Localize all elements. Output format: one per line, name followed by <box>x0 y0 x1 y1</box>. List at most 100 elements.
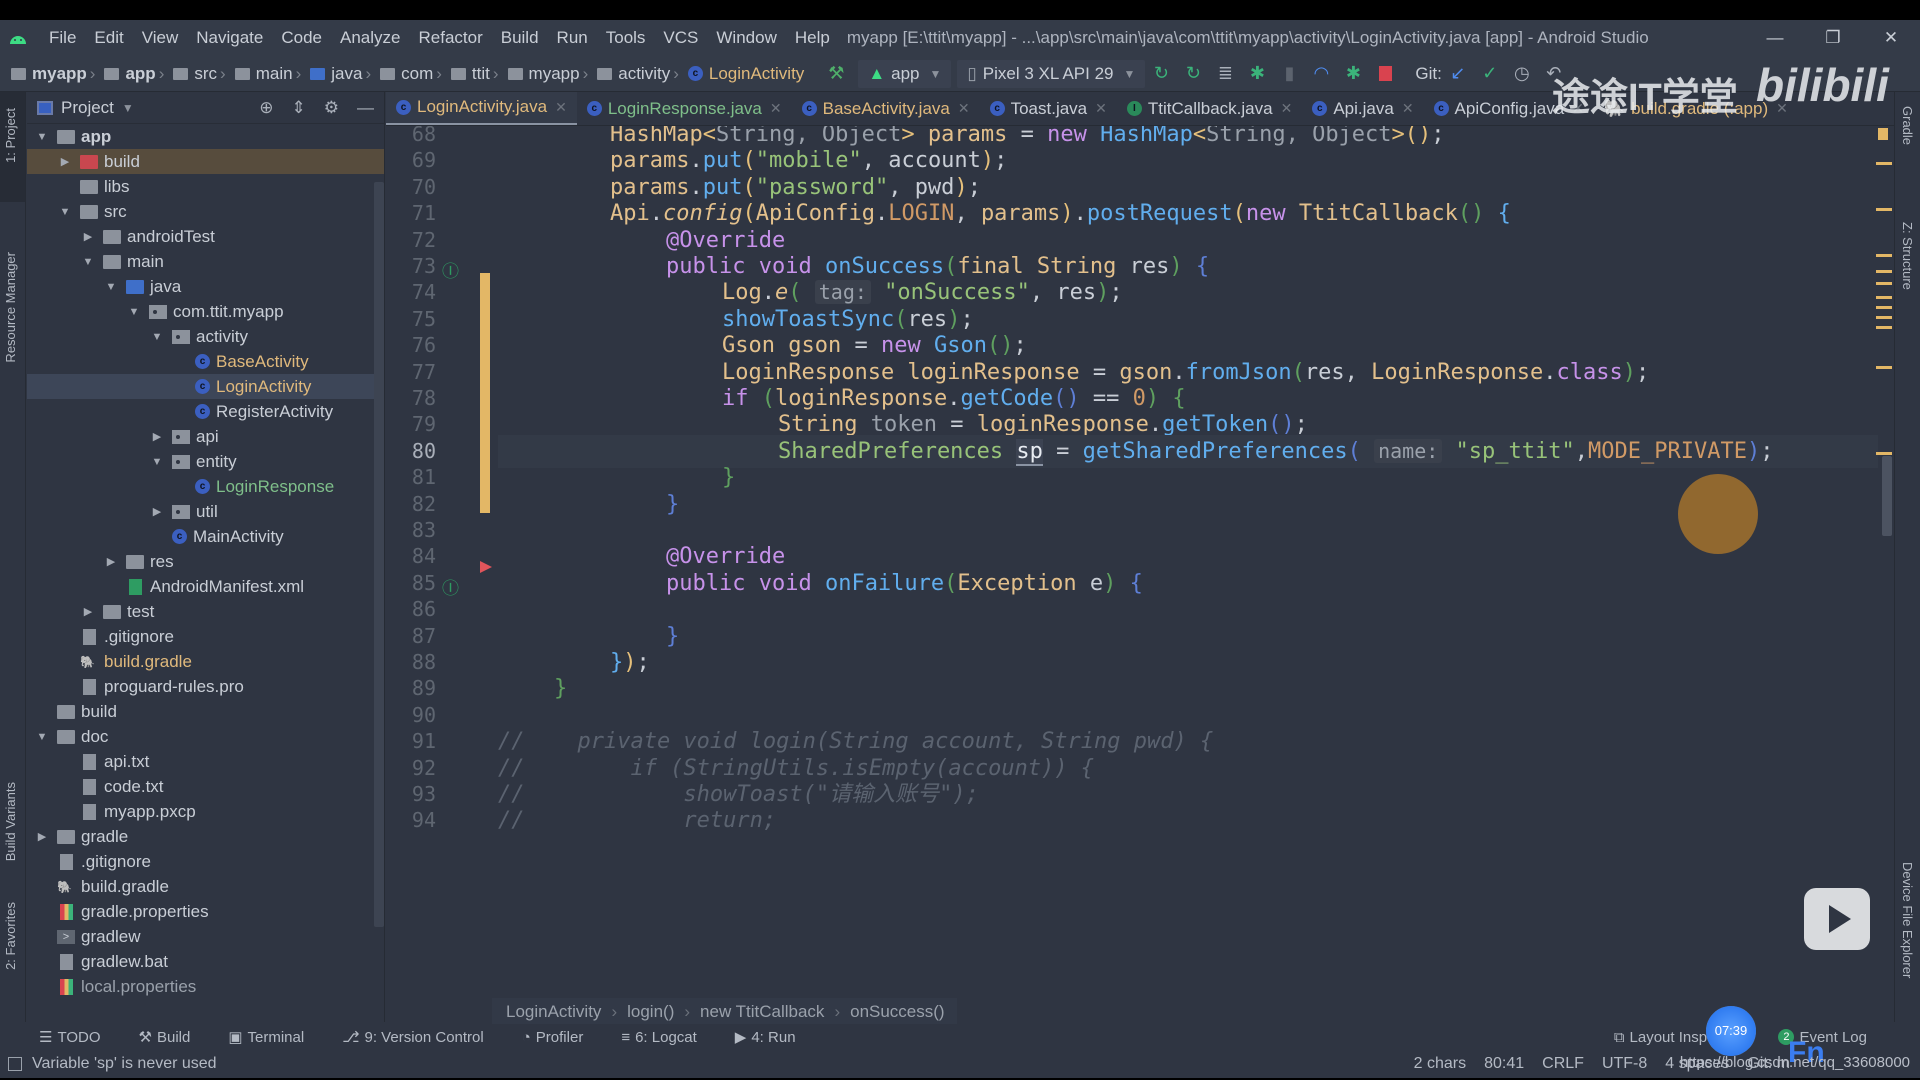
stripe-mark[interactable] <box>1876 452 1892 455</box>
expanded-arrow-icon[interactable]: ▼ <box>150 331 164 343</box>
close-tab-icon[interactable]: ✕ <box>1281 100 1293 117</box>
tree-item[interactable]: c MainActivity <box>27 524 384 549</box>
tree-item[interactable]: ▼ app <box>27 124 384 149</box>
tool-window-build-variants[interactable]: Build Variants <box>3 782 18 861</box>
run-config-select[interactable]: ▲ app ▼ <box>858 59 952 88</box>
tree-item[interactable]: ▼ java <box>27 274 384 299</box>
tree-item[interactable]: code.txt <box>27 774 384 799</box>
editor-crumb[interactable]: LoginActivity <box>506 1002 601 1022</box>
tree-item[interactable]: ▼ entity <box>27 449 384 474</box>
tree-item[interactable]: ▶ util <box>27 499 384 524</box>
menu-edit[interactable]: Edit <box>85 28 132 48</box>
expanded-arrow-icon[interactable]: ▼ <box>35 131 49 143</box>
apply-changes-icon[interactable]: ↻ <box>1150 63 1172 85</box>
tree-item[interactable]: AndroidManifest.xml <box>27 574 384 599</box>
caret-position[interactable]: 80:41 <box>1484 1055 1524 1073</box>
nav-crumb-app[interactable]: app › <box>101 64 170 84</box>
close-tab-icon[interactable]: ✕ <box>958 100 970 117</box>
tree-item[interactable]: ▶ gradle <box>27 824 384 849</box>
nav-crumb-myapp[interactable]: myapp › <box>505 64 595 84</box>
stripe-mark[interactable] <box>1876 296 1892 299</box>
tool-window-todo[interactable]: ☰ TODO <box>39 1028 101 1047</box>
tree-item[interactable]: ▶ api <box>27 424 384 449</box>
tool-window-structure[interactable]: Z: Structure <box>1900 222 1915 290</box>
menu-vcs[interactable]: VCS <box>654 28 707 48</box>
tree-item[interactable]: ▶ test <box>27 599 384 624</box>
tree-item[interactable]: ▶ build <box>27 149 384 174</box>
expanded-arrow-icon[interactable]: ▼ <box>127 306 141 318</box>
expanded-arrow-icon[interactable]: ▼ <box>150 456 164 468</box>
tree-item[interactable]: c LoginResponse <box>27 474 384 499</box>
editor-scrollbar[interactable] <box>1882 456 1892 536</box>
stripe-mark[interactable] <box>1876 254 1892 257</box>
stripe-mark[interactable] <box>1876 270 1892 273</box>
tree-item[interactable]: ▼ com.ttit.myapp <box>27 299 384 324</box>
gear-icon[interactable]: ⚙ <box>324 98 339 118</box>
implements-marker-icon[interactable]: Ⓘ <box>442 574 459 599</box>
close-tab-icon[interactable]: ✕ <box>1095 100 1107 117</box>
nav-crumb-myapp[interactable]: myapp › <box>8 64 101 84</box>
nav-crumb-activity[interactable]: activity › <box>594 64 685 84</box>
expanded-arrow-icon[interactable]: ▼ <box>35 731 49 743</box>
menu-build[interactable]: Build <box>492 28 548 48</box>
stripe-mark[interactable] <box>1876 366 1892 369</box>
editor-crumb[interactable]: login() <box>627 1002 674 1022</box>
debug-icon[interactable]: ✱ <box>1246 63 1268 85</box>
tree-item[interactable]: libs <box>27 174 384 199</box>
expanded-arrow-icon[interactable]: ▼ <box>104 281 118 293</box>
inspection-status-icon[interactable] <box>1878 128 1888 140</box>
tool-window-logcat[interactable]: ≡ 6: Logcat <box>621 1029 696 1046</box>
tree-item[interactable]: .gitignore <box>27 849 384 874</box>
nav-crumb-ttit[interactable]: ttit › <box>448 64 505 84</box>
error-stripe[interactable] <box>1876 126 1892 992</box>
stripe-mark[interactable] <box>1876 326 1892 329</box>
nav-crumb-src[interactable]: src › <box>170 64 231 84</box>
project-scrollbar[interactable] <box>374 182 384 927</box>
locate-icon[interactable]: ⊕ <box>259 98 273 118</box>
tool-window-project[interactable]: 1: Project <box>3 108 18 163</box>
tool-window-build[interactable]: ⚒ Build <box>139 1028 191 1047</box>
minimize-button[interactable]: — <box>1746 20 1804 56</box>
editor-tab[interactable]: I TtitCallback.java ✕ <box>1117 92 1302 125</box>
tree-item[interactable]: ▼ main <box>27 249 384 274</box>
editor-tab[interactable]: c Api.java ✕ <box>1302 92 1423 125</box>
collapsed-arrow-icon[interactable]: ▶ <box>35 830 49 843</box>
tree-item[interactable]: ▼ activity <box>27 324 384 349</box>
tree-item[interactable]: c LoginActivity <box>27 374 384 399</box>
stripe-mark[interactable] <box>1876 162 1892 165</box>
menu-refactor[interactable]: Refactor <box>409 28 491 48</box>
stripe-mark[interactable] <box>1876 306 1892 309</box>
file-encoding[interactable]: UTF-8 <box>1602 1055 1647 1073</box>
git-commit-icon[interactable]: ✓ <box>1479 63 1501 85</box>
menu-view[interactable]: View <box>133 28 188 48</box>
editor-crumb[interactable]: new TtitCallback <box>700 1002 824 1022</box>
tool-window-terminal[interactable]: ▣ Terminal <box>228 1028 304 1047</box>
tool-window-resource-manager[interactable]: Resource Manager <box>3 252 18 363</box>
close-button[interactable]: ✕ <box>1862 20 1920 56</box>
tool-window-favorites[interactable]: 2: Favorites <box>3 902 18 970</box>
collapsed-arrow-icon[interactable]: ▶ <box>104 555 118 568</box>
nav-crumb-java[interactable]: java › <box>307 64 377 84</box>
restore-button[interactable]: ❐ <box>1804 20 1862 56</box>
hide-icon[interactable]: — <box>357 98 374 118</box>
menu-help[interactable]: Help <box>786 28 839 48</box>
collapsed-arrow-icon[interactable]: ▶ <box>150 430 164 443</box>
tool-window-profiler[interactable]: ◔ Profiler <box>522 1029 584 1046</box>
expanded-arrow-icon[interactable]: ▼ <box>58 206 72 218</box>
editor-tab[interactable]: c LoginActivity.java ✕ <box>386 92 577 125</box>
code-line[interactable]: // return; <box>498 804 1878 837</box>
menu-file[interactable]: File <box>40 28 85 48</box>
tree-item[interactable]: local.properties <box>27 974 384 999</box>
stop-icon[interactable] <box>1374 63 1396 85</box>
editor-tab[interactable]: c LoginResponse.java ✕ <box>577 92 792 125</box>
tree-item[interactable]: c RegisterActivity <box>27 399 384 424</box>
device-select[interactable]: ▯ Pixel 3 XL API 29 ▼ <box>957 59 1146 88</box>
expanded-arrow-icon[interactable]: ▼ <box>81 256 95 268</box>
menu-tools[interactable]: Tools <box>597 28 655 48</box>
collapsed-arrow-icon[interactable]: ▶ <box>81 230 95 243</box>
tool-window-run[interactable]: ▶ 4: Run <box>735 1028 796 1047</box>
implements-marker-icon[interactable]: Ⓘ <box>442 257 459 282</box>
tree-item[interactable]: .gitignore <box>27 624 384 649</box>
code-editor[interactable]: 68 69 70 71 72 73 Ⓘ 74 75 76 77 78 79 80 81 82 83 84 85 Ⓘ 86… <box>386 126 1880 992</box>
stripe-mark[interactable] <box>1876 316 1892 319</box>
